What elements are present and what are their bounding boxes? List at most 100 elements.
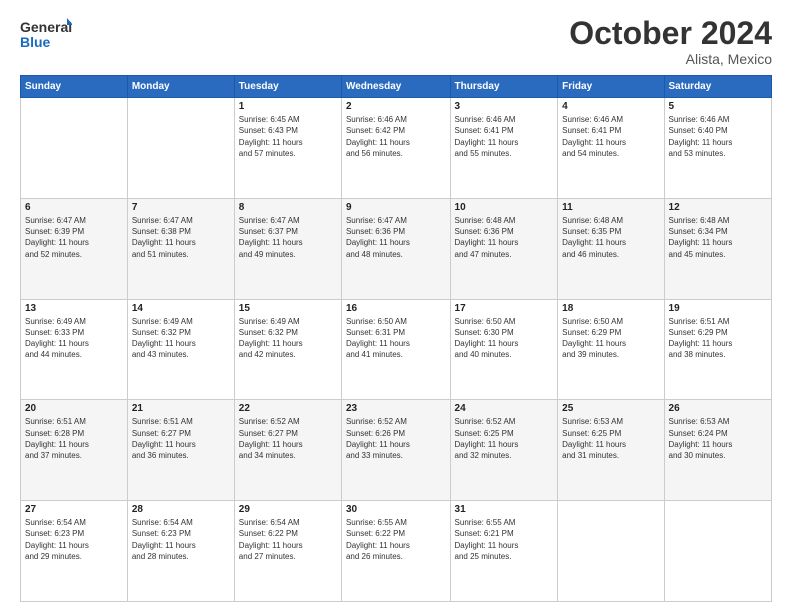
calendar-header-row: SundayMondayTuesdayWednesdayThursdayFrid… <box>21 76 772 98</box>
calendar-cell: 5Sunrise: 6:46 AM Sunset: 6:40 PM Daylig… <box>664 98 771 199</box>
calendar-cell: 13 Sunrise: 6:49 AM Sunset: 6:33 PM Dayli… <box>21 299 128 400</box>
day-number: 3 <box>455 101 554 112</box>
calendar-cell: 3 Sunrise: 6:46 AM Sunset: 6:41 PM Daylig… <box>450 98 558 199</box>
calendar-cell: 24 Sunrise: 6:52 AM Sunset: 6:25 PM Dayli… <box>450 400 558 501</box>
logo-svg: General Blue <box>20 16 72 52</box>
day-header-thursday: Thursday <box>450 76 558 98</box>
day-number: 1 <box>239 101 337 112</box>
calendar-cell: 29 Sunrise: 6:54 AM Sunset: 6:22 PM Dayli… <box>234 501 341 602</box>
calendar-cell: 8Sunrise: 6:47 AM Sunset: 6:37 PM Daylig… <box>234 198 341 299</box>
svg-text:General: General <box>20 19 72 35</box>
day-number: 26 <box>669 403 767 414</box>
day-info: Sunrise: 6:48 AM Sunset: 6:35 PM Dayligh… <box>562 215 659 260</box>
day-number: 25 <box>562 403 659 414</box>
calendar-cell: 14 Sunrise: 6:49 AM Sunset: 6:32 PM Dayli… <box>127 299 234 400</box>
calendar-table: SundayMondayTuesdayWednesdayThursdayFrid… <box>20 75 772 602</box>
day-number: 12 <box>669 202 767 213</box>
day-header-tuesday: Tuesday <box>234 76 341 98</box>
calendar-cell <box>664 501 771 602</box>
day-number: 7 <box>132 202 230 213</box>
calendar-cell: 15Sunrise: 6:49 AM Sunset: 6:32 PM Dayli… <box>234 299 341 400</box>
day-info: Sunrise: 6:45 AM Sunset: 6:43 PM Dayligh… <box>239 114 337 159</box>
week-row-1: 1 Sunrise: 6:45 AM Sunset: 6:43 PM Daylig… <box>21 98 772 199</box>
day-number: 9 <box>346 202 446 213</box>
calendar-cell: 20Sunrise: 6:51 AM Sunset: 6:28 PM Dayli… <box>21 400 128 501</box>
day-info: Sunrise: 6:53 AM Sunset: 6:24 PM Dayligh… <box>669 416 767 461</box>
calendar-cell: 27 Sunrise: 6:54 AM Sunset: 6:23 PM Dayli… <box>21 501 128 602</box>
day-info: Sunrise: 6:53 AM Sunset: 6:25 PM Dayligh… <box>562 416 659 461</box>
day-info: Sunrise: 6:47 AM Sunset: 6:36 PM Dayligh… <box>346 215 446 260</box>
day-number: 14 <box>132 303 230 314</box>
day-info: Sunrise: 6:52 AM Sunset: 6:25 PM Dayligh… <box>455 416 554 461</box>
day-info: Sunrise: 6:48 AM Sunset: 6:34 PM Dayligh… <box>669 215 767 260</box>
day-header-friday: Friday <box>558 76 664 98</box>
day-number: 28 <box>132 504 230 515</box>
day-info: Sunrise: 6:54 AM Sunset: 6:23 PM Dayligh… <box>25 517 123 562</box>
calendar-cell: 28 Sunrise: 6:54 AM Sunset: 6:23 PM Dayli… <box>127 501 234 602</box>
day-info: Sunrise: 6:49 AM Sunset: 6:32 PM Dayligh… <box>132 316 230 361</box>
day-number: 22 <box>239 403 337 414</box>
calendar-cell <box>21 98 128 199</box>
day-info: Sunrise: 6:51 AM Sunset: 6:29 PM Dayligh… <box>669 316 767 361</box>
day-info: Sunrise: 6:52 AM Sunset: 6:26 PM Dayligh… <box>346 416 446 461</box>
day-info: Sunrise: 6:46 AM Sunset: 6:41 PM Dayligh… <box>455 114 554 159</box>
calendar-cell: 21 Sunrise: 6:51 AM Sunset: 6:27 PM Dayli… <box>127 400 234 501</box>
title-block: October 2024 Alista, Mexico <box>569 16 772 67</box>
day-number: 10 <box>455 202 554 213</box>
day-number: 31 <box>455 504 554 515</box>
month-title: October 2024 <box>569 16 772 51</box>
week-row-3: 13 Sunrise: 6:49 AM Sunset: 6:33 PM Dayli… <box>21 299 772 400</box>
day-info: Sunrise: 6:47 AM Sunset: 6:39 PM Dayligh… <box>25 215 123 260</box>
day-info: Sunrise: 6:54 AM Sunset: 6:22 PM Dayligh… <box>239 517 337 562</box>
calendar-cell: 19 Sunrise: 6:51 AM Sunset: 6:29 PM Dayli… <box>664 299 771 400</box>
day-info: Sunrise: 6:50 AM Sunset: 6:30 PM Dayligh… <box>455 316 554 361</box>
day-number: 29 <box>239 504 337 515</box>
calendar-cell: 10 Sunrise: 6:48 AM Sunset: 6:36 PM Dayli… <box>450 198 558 299</box>
calendar-cell: 11 Sunrise: 6:48 AM Sunset: 6:35 PM Dayli… <box>558 198 664 299</box>
calendar-cell: 31Sunrise: 6:55 AM Sunset: 6:21 PM Dayli… <box>450 501 558 602</box>
location: Alista, Mexico <box>569 51 772 67</box>
day-header-monday: Monday <box>127 76 234 98</box>
calendar-cell: 22Sunrise: 6:52 AM Sunset: 6:27 PM Dayli… <box>234 400 341 501</box>
day-header-wednesday: Wednesday <box>341 76 450 98</box>
day-number: 13 <box>25 303 123 314</box>
day-info: Sunrise: 6:46 AM Sunset: 6:41 PM Dayligh… <box>562 114 659 159</box>
day-number: 21 <box>132 403 230 414</box>
calendar-cell: 4 Sunrise: 6:46 AM Sunset: 6:41 PM Daylig… <box>558 98 664 199</box>
calendar-cell <box>558 501 664 602</box>
calendar-cell: 12 Sunrise: 6:48 AM Sunset: 6:34 PM Dayli… <box>664 198 771 299</box>
day-header-sunday: Sunday <box>21 76 128 98</box>
day-number: 30 <box>346 504 446 515</box>
svg-text:Blue: Blue <box>20 34 51 50</box>
day-number: 27 <box>25 504 123 515</box>
calendar-cell: 23 Sunrise: 6:52 AM Sunset: 6:26 PM Dayli… <box>341 400 450 501</box>
day-number: 8 <box>239 202 337 213</box>
day-number: 6 <box>25 202 123 213</box>
week-row-4: 20Sunrise: 6:51 AM Sunset: 6:28 PM Dayli… <box>21 400 772 501</box>
calendar-cell: 6 Sunrise: 6:47 AM Sunset: 6:39 PM Daylig… <box>21 198 128 299</box>
day-info: Sunrise: 6:49 AM Sunset: 6:32 PM Dayligh… <box>239 316 337 361</box>
calendar-cell: 18Sunrise: 6:50 AM Sunset: 6:29 PM Dayli… <box>558 299 664 400</box>
day-info: Sunrise: 6:54 AM Sunset: 6:23 PM Dayligh… <box>132 517 230 562</box>
day-info: Sunrise: 6:48 AM Sunset: 6:36 PM Dayligh… <box>455 215 554 260</box>
calendar-cell <box>127 98 234 199</box>
day-info: Sunrise: 6:47 AM Sunset: 6:38 PM Dayligh… <box>132 215 230 260</box>
calendar-cell: 7 Sunrise: 6:47 AM Sunset: 6:38 PM Daylig… <box>127 198 234 299</box>
day-info: Sunrise: 6:55 AM Sunset: 6:22 PM Dayligh… <box>346 517 446 562</box>
day-number: 23 <box>346 403 446 414</box>
day-info: Sunrise: 6:51 AM Sunset: 6:27 PM Dayligh… <box>132 416 230 461</box>
day-number: 4 <box>562 101 659 112</box>
day-number: 19 <box>669 303 767 314</box>
calendar-cell: 26 Sunrise: 6:53 AM Sunset: 6:24 PM Dayli… <box>664 400 771 501</box>
day-info: Sunrise: 6:46 AM Sunset: 6:40 PM Dayligh… <box>669 114 767 159</box>
calendar-cell: 17 Sunrise: 6:50 AM Sunset: 6:30 PM Dayli… <box>450 299 558 400</box>
day-number: 17 <box>455 303 554 314</box>
day-number: 18 <box>562 303 659 314</box>
week-row-2: 6 Sunrise: 6:47 AM Sunset: 6:39 PM Daylig… <box>21 198 772 299</box>
day-number: 11 <box>562 202 659 213</box>
week-row-5: 27 Sunrise: 6:54 AM Sunset: 6:23 PM Dayli… <box>21 501 772 602</box>
day-info: Sunrise: 6:49 AM Sunset: 6:33 PM Dayligh… <box>25 316 123 361</box>
header: General Blue October 2024 Alista, Mexico <box>20 16 772 67</box>
day-header-saturday: Saturday <box>664 76 771 98</box>
day-number: 24 <box>455 403 554 414</box>
